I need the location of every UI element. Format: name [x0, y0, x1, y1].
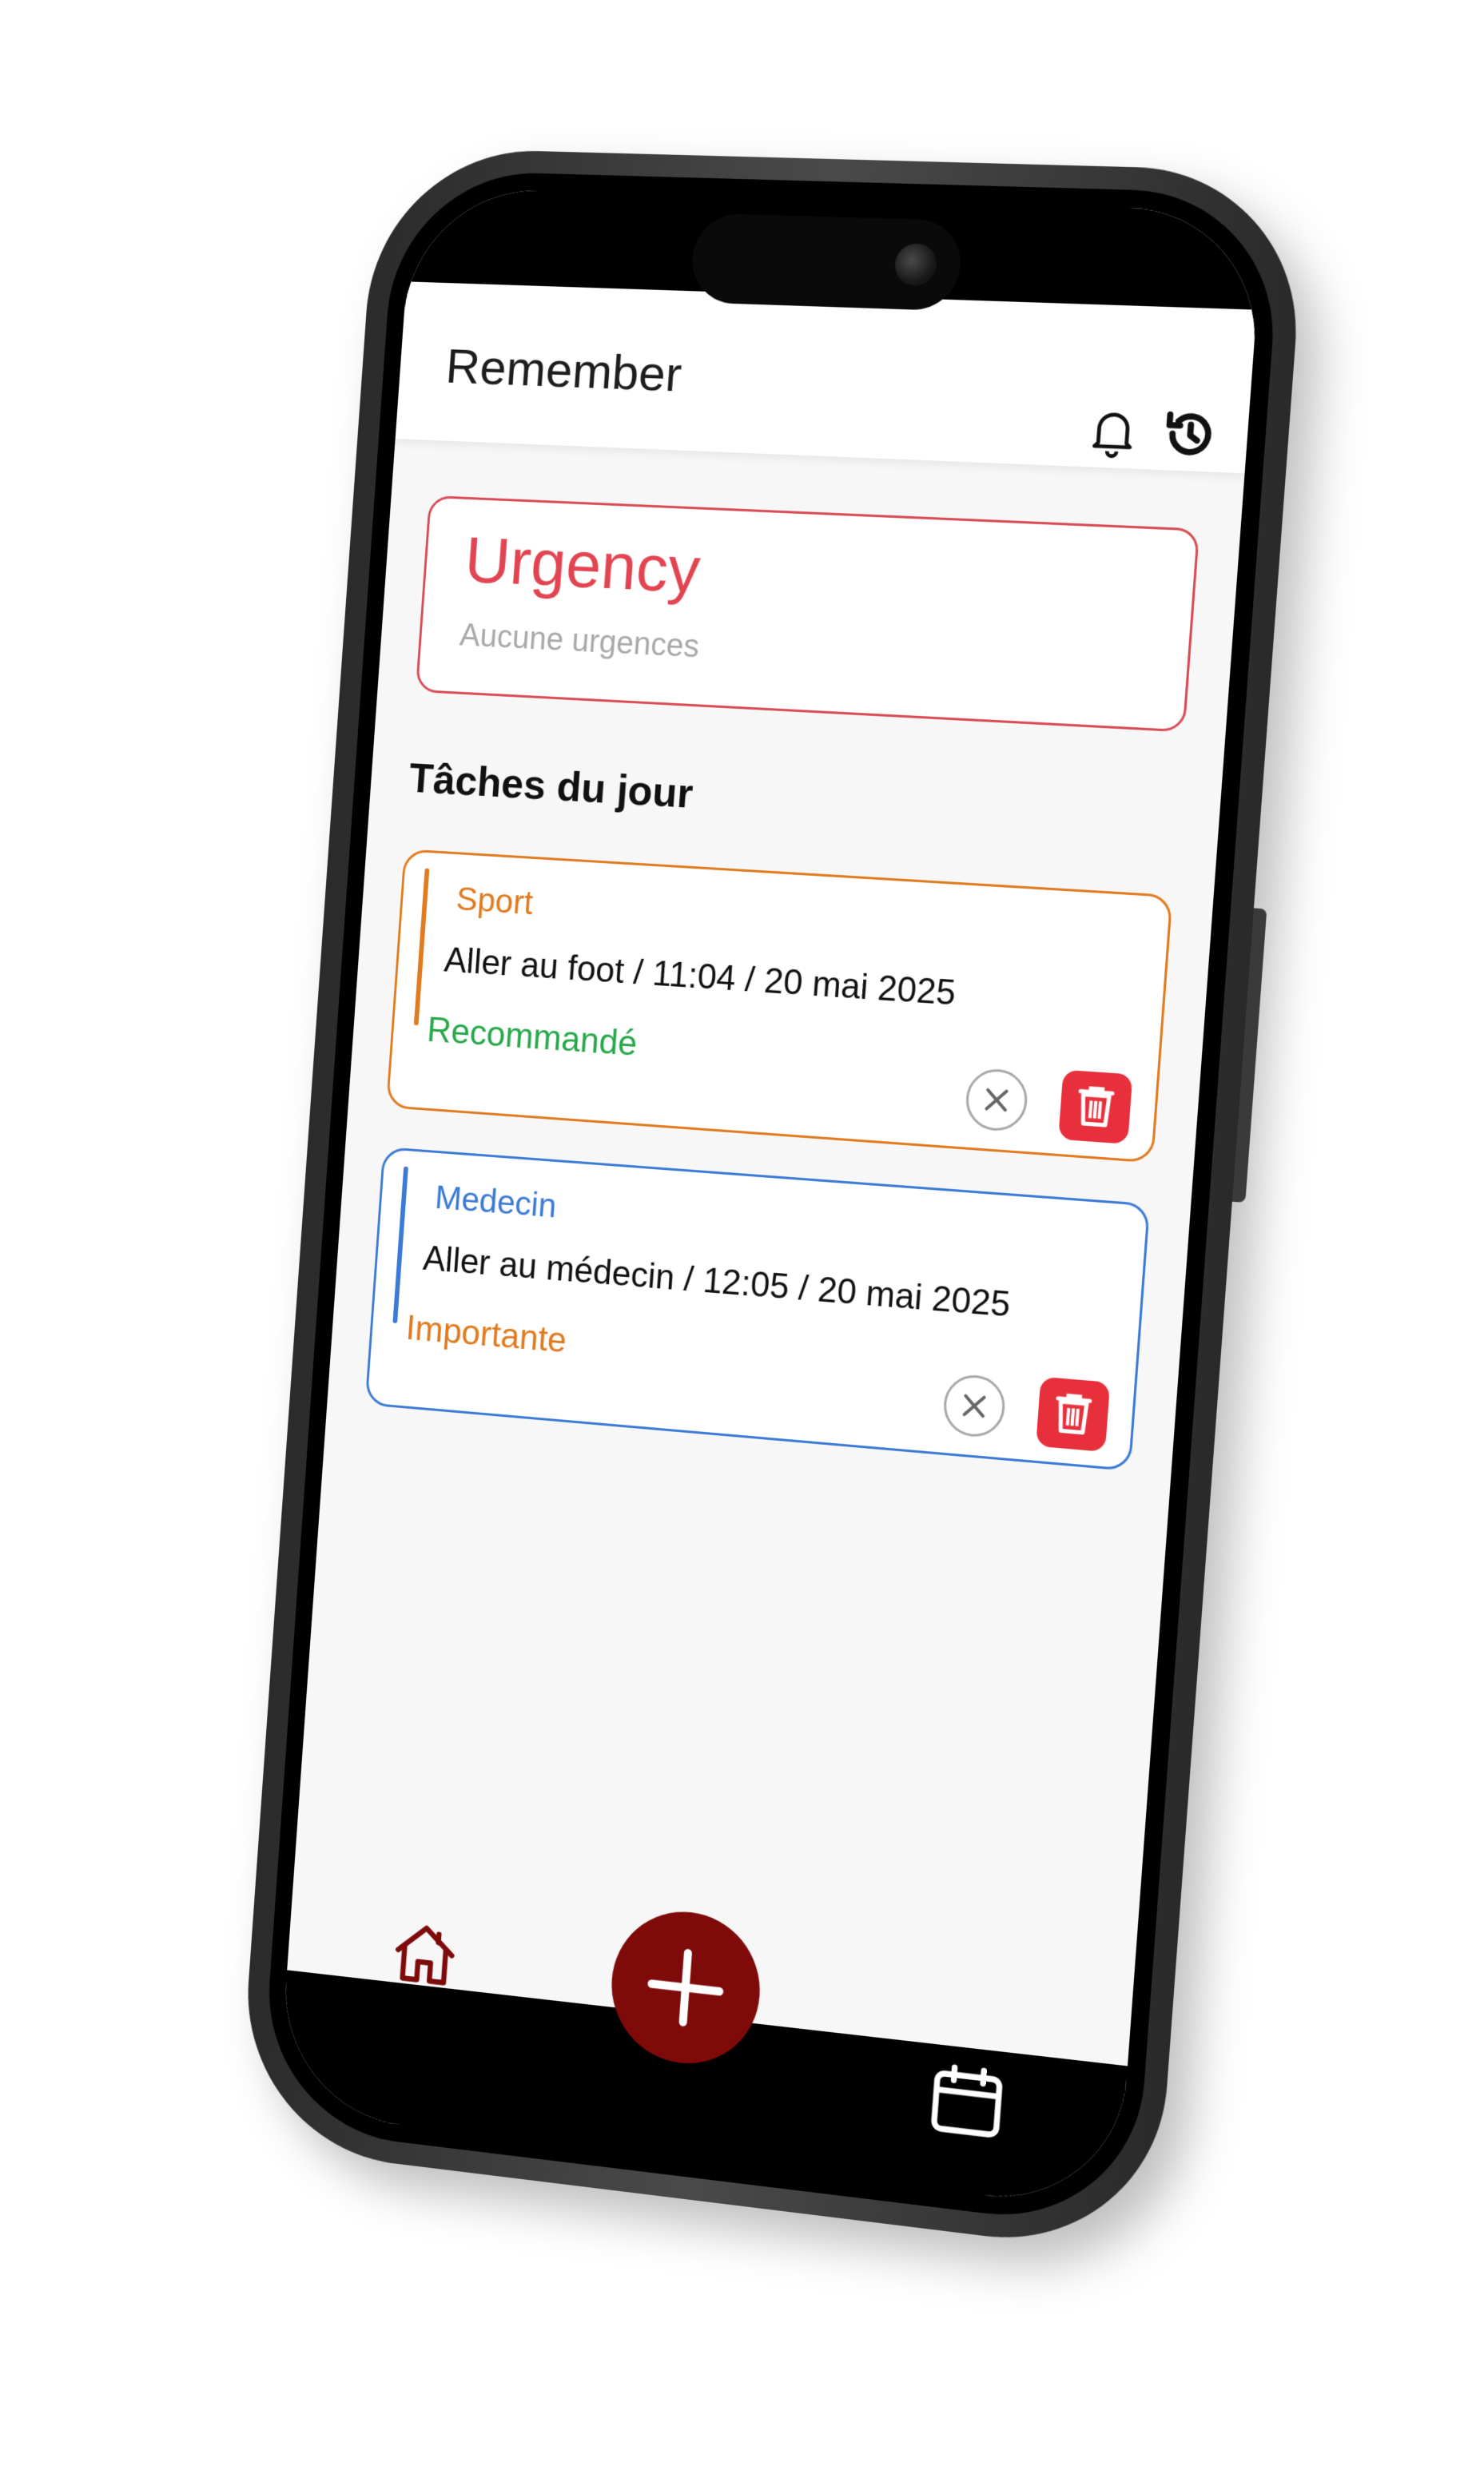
scene: Remember Urgency Aucune urgences Tâches … — [0, 0, 1484, 2474]
task-description: Aller au foot / 11:04 / 20 mai 2025 — [443, 941, 957, 1014]
section-title: Tâches du jour — [408, 754, 694, 818]
urgency-empty-text: Aucune urgences — [459, 618, 701, 666]
task-card[interactable]: Medecin Aller au médecin / 12:05 / 20 ma… — [365, 1147, 1151, 1471]
trash-icon — [1036, 1377, 1110, 1452]
add-task-button[interactable] — [607, 1904, 765, 2071]
trash-icon — [1058, 1070, 1132, 1144]
phone-bezel: Remember Urgency Aucune urgences Tâches … — [260, 169, 1283, 2231]
home-icon[interactable] — [384, 1911, 466, 1998]
dismiss-task-button[interactable] — [941, 1373, 1006, 1439]
task-accent-bar — [414, 868, 430, 1025]
delete-task-button[interactable] — [1036, 1377, 1110, 1452]
plus-icon — [607, 1904, 765, 2071]
task-priority: Importante — [404, 1308, 567, 1361]
dynamic-island — [690, 213, 964, 311]
history-icon[interactable] — [1160, 404, 1221, 463]
task-category: Sport — [455, 880, 534, 922]
urgency-card[interactable]: Urgency Aucune urgences — [416, 495, 1200, 733]
bell-icon[interactable] — [1083, 402, 1144, 461]
task-accent-bar — [392, 1167, 408, 1324]
camera-icon — [893, 243, 937, 286]
dismiss-task-button[interactable] — [964, 1068, 1029, 1133]
app-title: Remember — [444, 338, 684, 403]
task-priority: Recommandé — [426, 1010, 639, 1064]
task-description: Aller au médecin / 12:05 / 20 mai 2025 — [422, 1239, 1012, 1325]
calendar-icon[interactable] — [920, 2051, 1014, 2150]
phone-mockup: Remember Urgency Aucune urgences Tâches … — [237, 147, 1308, 2257]
task-card[interactable]: Sport Aller au foot / 11:04 / 20 mai 202… — [386, 849, 1173, 1163]
urgency-title: Urgency — [463, 523, 703, 609]
app-screen: Remember Urgency Aucune urgences Tâches … — [277, 187, 1264, 2211]
delete-task-button[interactable] — [1058, 1070, 1132, 1144]
app-header: Remember — [396, 281, 1257, 473]
close-icon — [945, 1375, 1005, 1436]
close-icon — [967, 1070, 1027, 1131]
task-category: Medecin — [434, 1178, 558, 1225]
